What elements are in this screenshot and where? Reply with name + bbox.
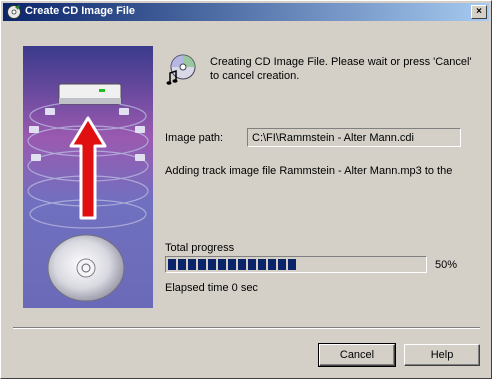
- progress-percent: 50%: [435, 259, 458, 271]
- status-text: Adding track image file Rammstein - Alte…: [165, 165, 453, 177]
- cancel-button[interactable]: Cancel: [318, 343, 396, 367]
- elapsed-time: Elapsed time 0 sec: [165, 282, 258, 294]
- help-button[interactable]: Help: [404, 344, 480, 366]
- total-progress-label: Total progress: [165, 242, 235, 254]
- close-button[interactable]: ×: [471, 5, 487, 19]
- progress-fill: [168, 259, 296, 270]
- create-cd-image-dialog: Create CD Image File × Creating CD Image…: [0, 0, 492, 379]
- cd-creation-illustration: [23, 46, 153, 308]
- image-path-field: C:\FI\Rammstein - Alter Mann.cdi: [247, 128, 461, 147]
- window-title: Create CD Image File: [25, 5, 136, 17]
- title-bar[interactable]: Create CD Image File ×: [3, 3, 489, 21]
- total-progress-bar: [165, 256, 427, 273]
- close-icon: ×: [476, 6, 482, 17]
- cd-music-icon: [166, 54, 196, 85]
- instruction-message: Creating CD Image File. Please wait or p…: [210, 56, 472, 82]
- divider: [13, 327, 480, 329]
- cd-burn-icon: [7, 5, 21, 19]
- image-path-label: Image path:: [165, 132, 224, 144]
